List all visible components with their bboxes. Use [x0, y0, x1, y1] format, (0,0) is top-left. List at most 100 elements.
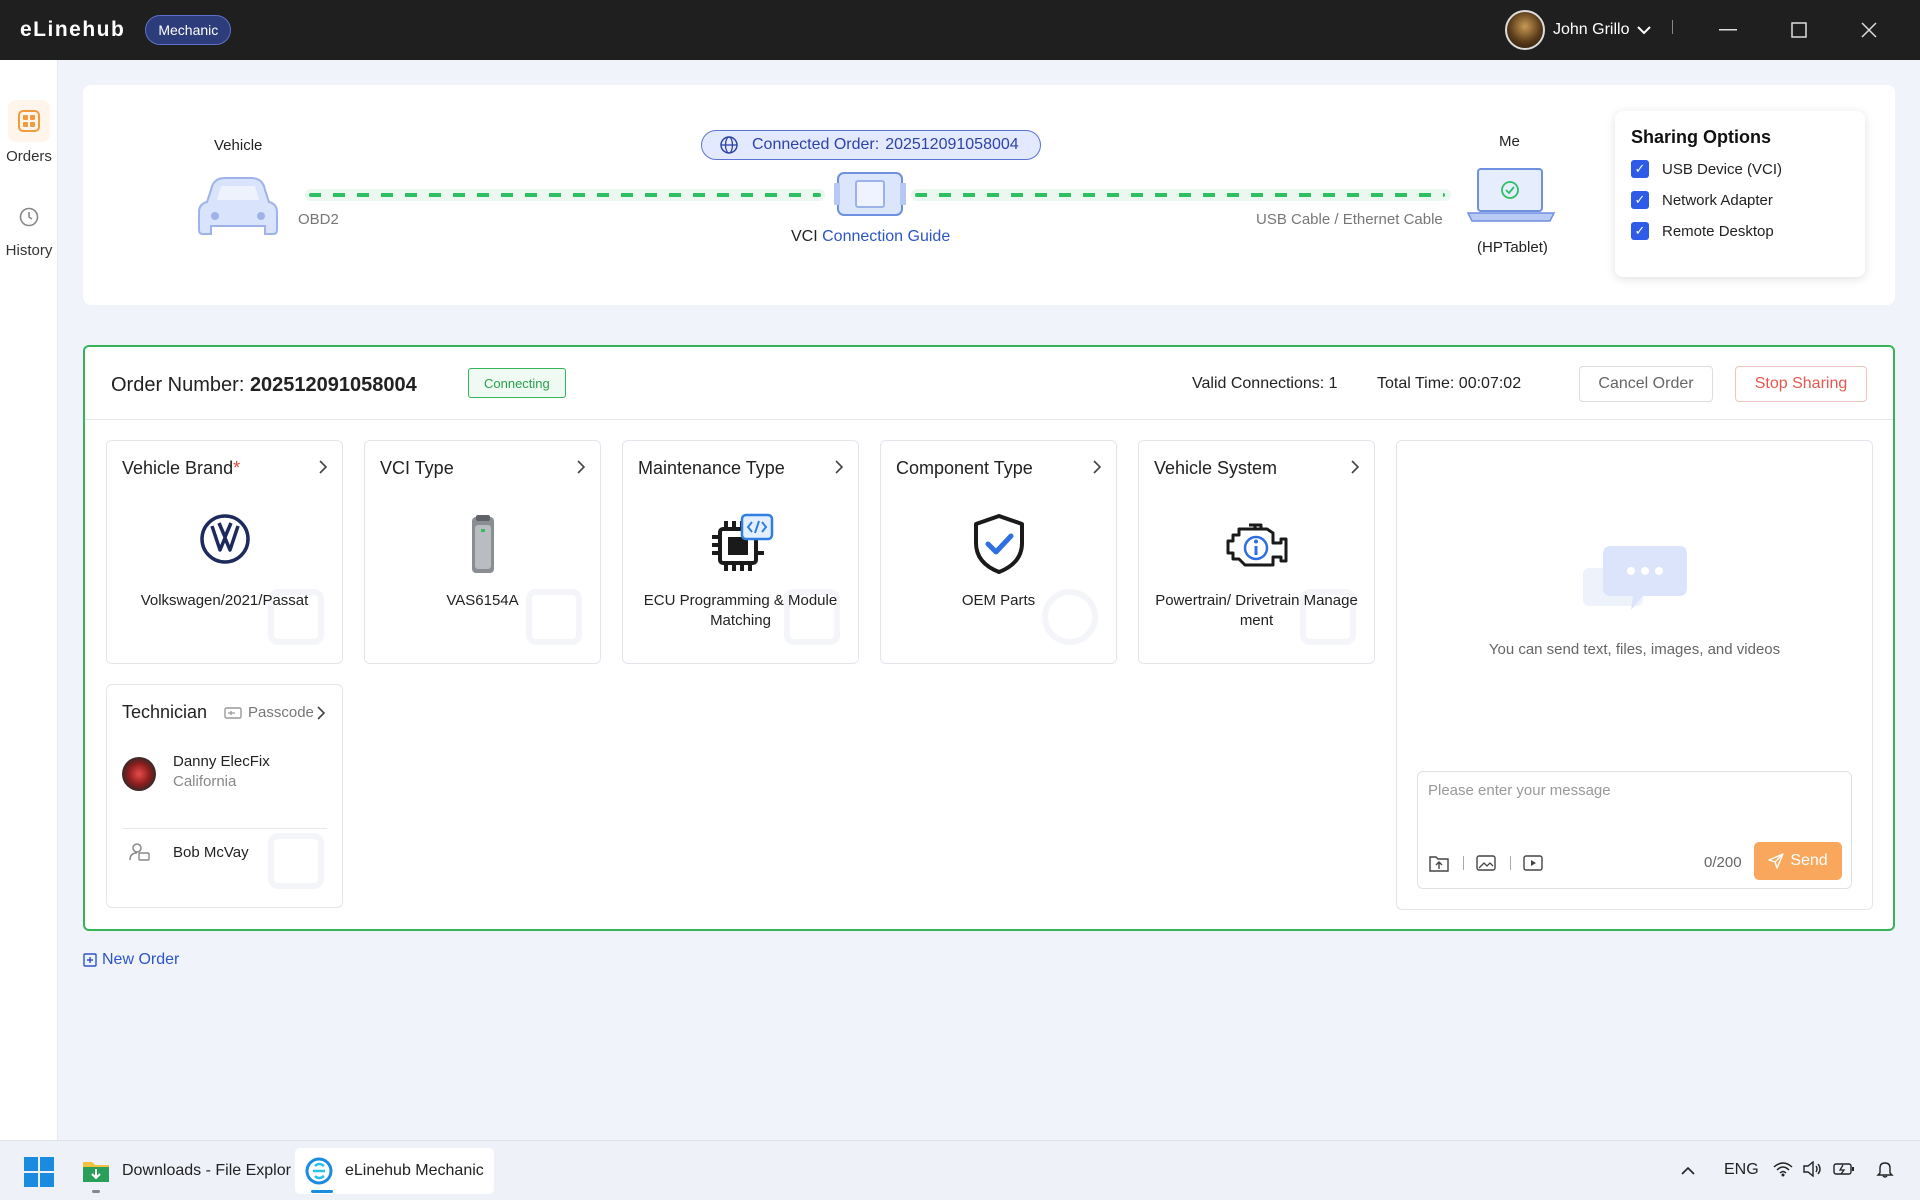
key-icon: [224, 706, 242, 719]
laptop-icon: [1466, 165, 1556, 228]
chevron-up-icon[interactable]: [1680, 1163, 1696, 1181]
taskbar: Downloads - File Explor eLinehub Mechani…: [0, 1140, 1920, 1200]
new-order-button[interactable]: New Order: [83, 951, 179, 969]
connected-order-pill: Connected Order: 202512091058004: [701, 130, 1041, 160]
vehicle-system-card[interactable]: Vehicle System Powertrain/ Drivetrain Ma…: [1138, 440, 1375, 664]
card-title-text: Vehicle Brand: [122, 458, 234, 478]
card-value: VAS6154A: [446, 592, 519, 609]
car-icon: [195, 172, 281, 243]
order-header: Order Number: 202512091058004 Connecting…: [85, 347, 1893, 420]
nav-item-history[interactable]: History: [0, 206, 58, 259]
close-button[interactable]: [1849, 10, 1889, 50]
image-icon[interactable]: [1475, 852, 1497, 874]
maintenance-type-card[interactable]: Maintenance Type ECU Programming & Modul…: [622, 440, 859, 664]
order-number: Order Number: 202512091058004: [111, 374, 417, 397]
volume-icon[interactable]: [1803, 1160, 1823, 1182]
order-number-label: Order Number:: [111, 374, 245, 396]
connection-guide-link[interactable]: Connection Guide: [822, 228, 950, 245]
minimize-button[interactable]: [1708, 10, 1748, 50]
notification-bell-icon[interactable]: [1876, 1160, 1894, 1183]
card-title: VCI Type: [380, 458, 454, 478]
checkbox-checked-icon[interactable]: ✓: [1631, 222, 1649, 240]
sharing-options-title: Sharing Options: [1631, 127, 1772, 147]
taskbar-item-file-explorer[interactable]: Downloads - File Explor: [72, 1148, 301, 1194]
chat-bubble-icon: [1583, 544, 1687, 619]
divider: [1672, 20, 1673, 34]
chevron-down-icon: [1637, 22, 1652, 38]
chat-panel: You can send text, files, images, and vi…: [1396, 440, 1873, 910]
vci-device-icon: [834, 169, 906, 224]
new-order-label: New Order: [102, 951, 180, 968]
required-mark: *: [233, 458, 241, 478]
vehicle-label: Vehicle: [214, 137, 263, 154]
connection-line-left: [309, 193, 821, 197]
stop-sharing-button[interactable]: Stop Sharing: [1735, 366, 1867, 402]
card-value: OEM Parts: [961, 592, 1036, 609]
message-input[interactable]: [1428, 782, 1828, 799]
downloads-folder-icon: [82, 1158, 110, 1184]
user-menu[interactable]: John Grillo: [1505, 10, 1652, 50]
vci-type-card[interactable]: VCI Type VAS6154A: [364, 440, 601, 664]
sharing-option-network[interactable]: ✓ Network Adapter: [1631, 191, 1865, 209]
upload-file-icon[interactable]: [1428, 852, 1450, 874]
divider: [1463, 856, 1464, 870]
app-name: eLinehub: [20, 18, 126, 41]
battery-icon[interactable]: [1833, 1161, 1855, 1182]
avatar: [1505, 10, 1545, 50]
passcode-button[interactable]: Passcode: [224, 704, 326, 721]
language-indicator[interactable]: ENG: [1724, 1161, 1759, 1179]
passcode-label: Passcode: [248, 704, 314, 721]
globe-icon: [720, 136, 738, 154]
cancel-order-button[interactable]: Cancel Order: [1579, 366, 1713, 402]
card-title: Vehicle System: [1154, 458, 1278, 478]
character-counter: 0/200: [1704, 854, 1742, 871]
chat-empty-text: You can send text, files, images, and vi…: [1488, 641, 1781, 658]
vci-device-icon: [365, 513, 600, 577]
shield-check-icon: [881, 513, 1116, 577]
maximize-button[interactable]: [1779, 10, 1819, 50]
video-icon[interactable]: [1522, 852, 1544, 874]
person-card-icon: [122, 842, 156, 862]
technician-item[interactable]: Bob McVay: [122, 842, 249, 862]
message-box: 0/200 Send: [1417, 771, 1852, 889]
card-title: Component Type: [896, 458, 1033, 478]
avatar: [122, 757, 156, 791]
divider: [1510, 856, 1511, 870]
chevron-right-icon: [834, 459, 844, 480]
component-type-card[interactable]: Component Type OEM Parts: [880, 440, 1117, 664]
sharing-options-panel: Sharing Options ✓ USB Device (VCI) ✓ Net…: [1615, 111, 1865, 277]
left-nav: Orders History: [0, 60, 58, 1140]
taskbar-item-label: eLinehub Mechanic: [345, 1162, 484, 1179]
send-button[interactable]: Send: [1754, 842, 1842, 880]
card-title: Maintenance Type: [638, 458, 785, 478]
device-label: (HPTablet): [1477, 239, 1548, 256]
total-time: Total Time: 00:07:02: [1377, 375, 1522, 392]
order-panel: Order Number: 202512091058004 Connecting…: [83, 345, 1895, 931]
taskbar-item-label: Downloads - File Explor: [122, 1162, 291, 1179]
card-title: Technician: [122, 702, 208, 722]
vehicle-brand-card[interactable]: Vehicle Brand* Volkswagen/2021/Passat: [106, 440, 343, 664]
technician-item[interactable]: Danny ElecFix California: [122, 753, 270, 791]
watermark: [268, 833, 324, 889]
status-badge: Connecting: [468, 368, 566, 398]
checkbox-checked-icon[interactable]: ✓: [1631, 191, 1649, 209]
grid-icon: [8, 100, 50, 142]
nav-item-orders[interactable]: Orders: [0, 100, 58, 165]
chevron-right-icon: [316, 705, 326, 721]
checkbox-checked-icon[interactable]: ✓: [1631, 160, 1649, 178]
taskbar-item-elinehub[interactable]: eLinehub Mechanic: [295, 1148, 494, 1194]
sharing-option-label: Remote Desktop: [1662, 222, 1774, 240]
connected-order-number: 202512091058004: [885, 136, 1019, 153]
title-bar: eLinehub Mechanic John Grillo: [0, 0, 1920, 60]
card-value: ECU Programming & Module Matching: [643, 592, 838, 629]
popover-arrow: [1601, 177, 1617, 205]
wifi-icon[interactable]: [1773, 1161, 1793, 1182]
sharing-option-usb[interactable]: ✓ USB Device (VCI): [1631, 160, 1865, 178]
ecu-chip-icon: [623, 513, 858, 577]
chevron-right-icon: [1350, 459, 1360, 480]
windows-start-icon[interactable]: [24, 1157, 54, 1192]
engine-info-icon: [1139, 513, 1374, 577]
sharing-option-label: Network Adapter: [1662, 191, 1773, 209]
sharing-option-remote-desktop[interactable]: ✓ Remote Desktop: [1631, 222, 1865, 240]
technician-location: California: [173, 773, 237, 790]
